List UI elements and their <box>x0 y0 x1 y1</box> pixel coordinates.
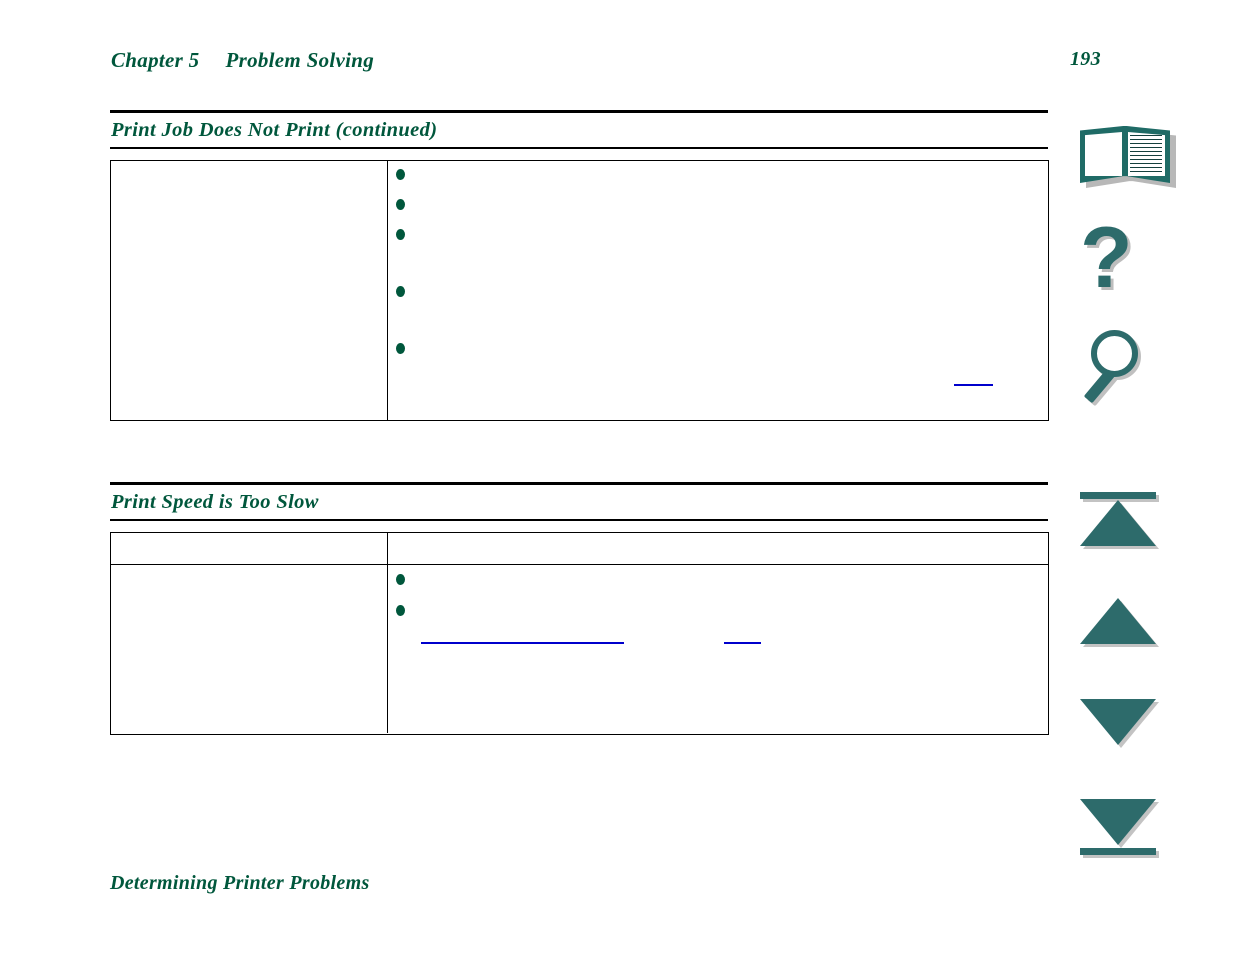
first-page-arrow-icon <box>1080 492 1160 549</box>
nav-button-contents[interactable] <box>1080 126 1190 188</box>
cross-reference-link[interactable] <box>421 642 624 644</box>
nav-button-previous-page[interactable] <box>1080 597 1190 653</box>
navigation-rail: ?? <box>1080 0 1210 954</box>
list-bullet <box>396 229 405 240</box>
table-header-cell-cause-text <box>111 533 387 545</box>
list-bullet <box>396 169 405 180</box>
table-row <box>111 161 1048 420</box>
section-heading-print-speed-is-too-slow: Print Speed is Too Slow <box>110 482 1048 521</box>
nav-button-last-page[interactable] <box>1080 798 1190 858</box>
table-header-row <box>111 533 1048 565</box>
document-page: Chapter 5 Problem Solving 193 Print Job D… <box>0 0 1235 954</box>
table-header-cell-solution <box>388 533 1048 564</box>
last-page-arrow-icon <box>1080 798 1160 858</box>
list-bullet <box>396 605 405 616</box>
table-cell-cause-text <box>111 565 387 577</box>
section-title: Print Job Does Not Print (continued) <box>111 119 438 141</box>
list-bullet <box>396 574 405 585</box>
table-print-speed-is-too-slow <box>110 532 1049 735</box>
nav-button-next-page[interactable] <box>1080 698 1190 754</box>
table-row <box>111 565 1048 733</box>
footer-cross-reference-link[interactable]: Determining Printer Problems <box>110 872 370 895</box>
list-bullet <box>396 286 405 297</box>
cross-reference-link[interactable] <box>954 384 993 386</box>
header-chapter-title: Problem Solving <box>225 48 375 72</box>
section-title: Print Speed is Too Slow <box>111 491 319 513</box>
table-cell-cause-text <box>111 161 387 173</box>
table-cell-solution <box>388 565 1048 733</box>
nav-button-search[interactable] <box>1080 327 1190 409</box>
magnifier-icon <box>1080 327 1160 409</box>
header-chapter-label: Chapter 5 <box>111 48 200 72</box>
table-header-cell-solution-text <box>388 533 1048 545</box>
book-icon <box>1080 126 1176 188</box>
heading-rule-bottom <box>110 519 1048 521</box>
heading-rule-bottom <box>110 147 1048 149</box>
table-print-job-does-not-print <box>110 160 1049 421</box>
question-mark-icon: ?? <box>1080 210 1136 309</box>
nav-button-index[interactable]: ?? <box>1080 210 1190 309</box>
table-cell-cause <box>111 565 388 733</box>
section-heading-print-job-does-not-print: Print Job Does Not Print (continued) <box>110 110 1048 149</box>
running-header-left: Chapter 5 Problem Solving <box>111 48 374 73</box>
nav-button-first-page[interactable] <box>1080 492 1190 549</box>
list-bullet <box>396 199 405 210</box>
table-header-cell-cause <box>111 533 388 564</box>
next-page-arrow-icon <box>1080 698 1160 754</box>
cross-reference-link[interactable] <box>724 642 761 644</box>
list-bullet <box>396 343 405 354</box>
table-cell-solution <box>388 161 1048 420</box>
table-cell-cause <box>111 161 388 420</box>
previous-page-arrow-icon <box>1080 597 1160 653</box>
